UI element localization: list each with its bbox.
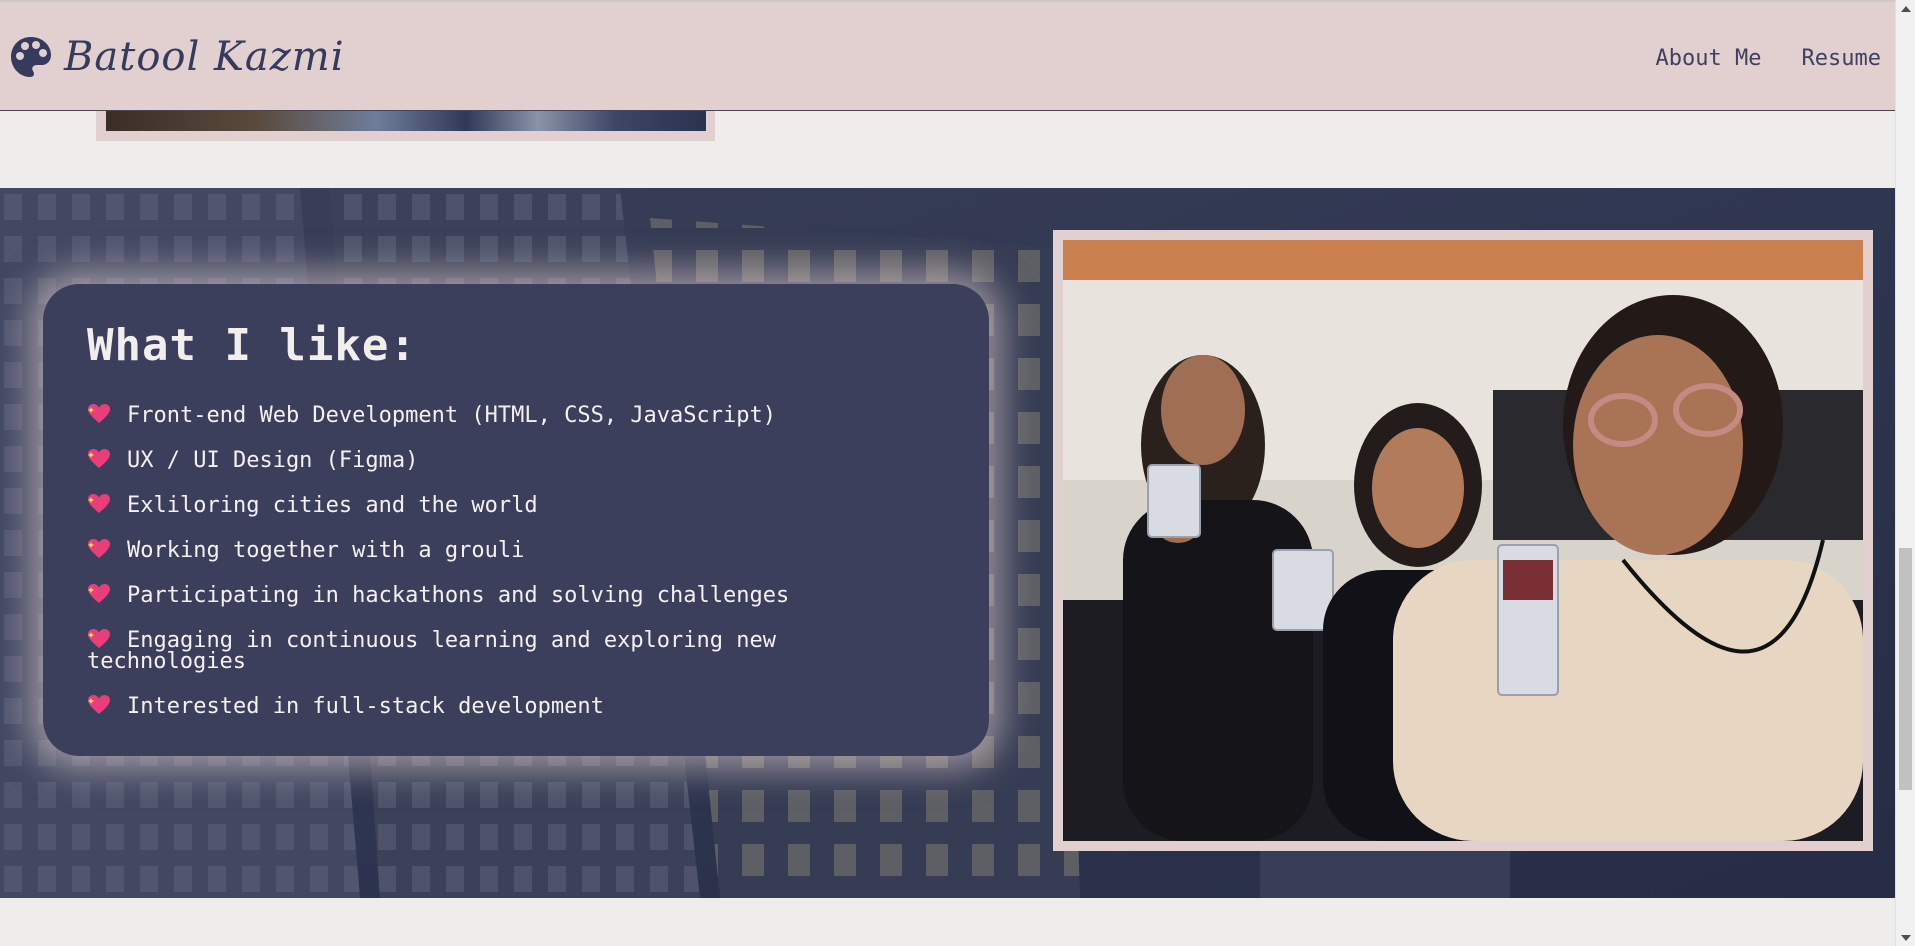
list-item: Working together with a grouli — [87, 538, 945, 563]
brand[interactable]: Batool Kazmi — [8, 31, 345, 83]
likes-list: Front-end Web Development (HTML, CSS, Ja… — [87, 403, 945, 719]
list-item: Participating in hackathons and solving … — [87, 583, 945, 608]
nav-about-me[interactable]: About Me — [1656, 46, 1762, 71]
palette-icon — [8, 34, 54, 80]
sparkling-heart-icon — [87, 583, 111, 605]
like-text: Working together with a grouli — [127, 538, 525, 563]
list-item: Engaging in continuous learning and expl… — [87, 628, 945, 674]
previous-photo — [106, 111, 706, 131]
main-nav: About Me Resume — [1656, 46, 1881, 71]
brand-name[interactable]: Batool Kazmi — [64, 34, 345, 80]
like-text: Exliloring cities and the world — [127, 493, 538, 518]
vertical-scrollbar[interactable] — [1895, 0, 1915, 946]
list-item: Front-end Web Development (HTML, CSS, Ja… — [87, 403, 945, 428]
scrollbar-thumb[interactable] — [1899, 548, 1912, 790]
scroll-up-arrow-icon[interactable] — [1896, 0, 1915, 17]
like-text: Front-end Web Development (HTML, CSS, Ja… — [127, 403, 777, 428]
previous-photo-frame — [96, 111, 715, 141]
sparkling-heart-icon — [87, 694, 111, 716]
group-photo-frame — [1053, 230, 1873, 851]
site-header: Batool Kazmi About Me Resume — [0, 0, 1895, 111]
sparkling-heart-icon — [87, 448, 111, 470]
like-text: Interested in full-stack development — [127, 694, 604, 719]
scroll-down-arrow-icon[interactable] — [1896, 929, 1915, 946]
sparkling-heart-icon — [87, 538, 111, 560]
likes-section: What I like: Front-end Web Development (… — [0, 188, 1895, 898]
list-item: Exliloring cities and the world — [87, 493, 945, 518]
likes-title: What I like: — [87, 320, 417, 371]
list-item: Interested in full-stack development — [87, 694, 945, 719]
like-text: UX / UI Design (Figma) — [127, 448, 419, 473]
like-text: Engaging in continuous learning and expl… — [87, 628, 777, 674]
nav-resume[interactable]: Resume — [1802, 46, 1881, 71]
list-item: UX / UI Design (Figma) — [87, 448, 945, 473]
likes-card: What I like: Front-end Web Development (… — [43, 284, 989, 756]
sparkling-heart-icon — [87, 493, 111, 515]
like-text: Participating in hackathons and solving … — [127, 583, 790, 608]
sparkling-heart-icon — [87, 628, 111, 650]
sparkling-heart-icon — [87, 403, 111, 425]
group-photo — [1063, 240, 1863, 841]
